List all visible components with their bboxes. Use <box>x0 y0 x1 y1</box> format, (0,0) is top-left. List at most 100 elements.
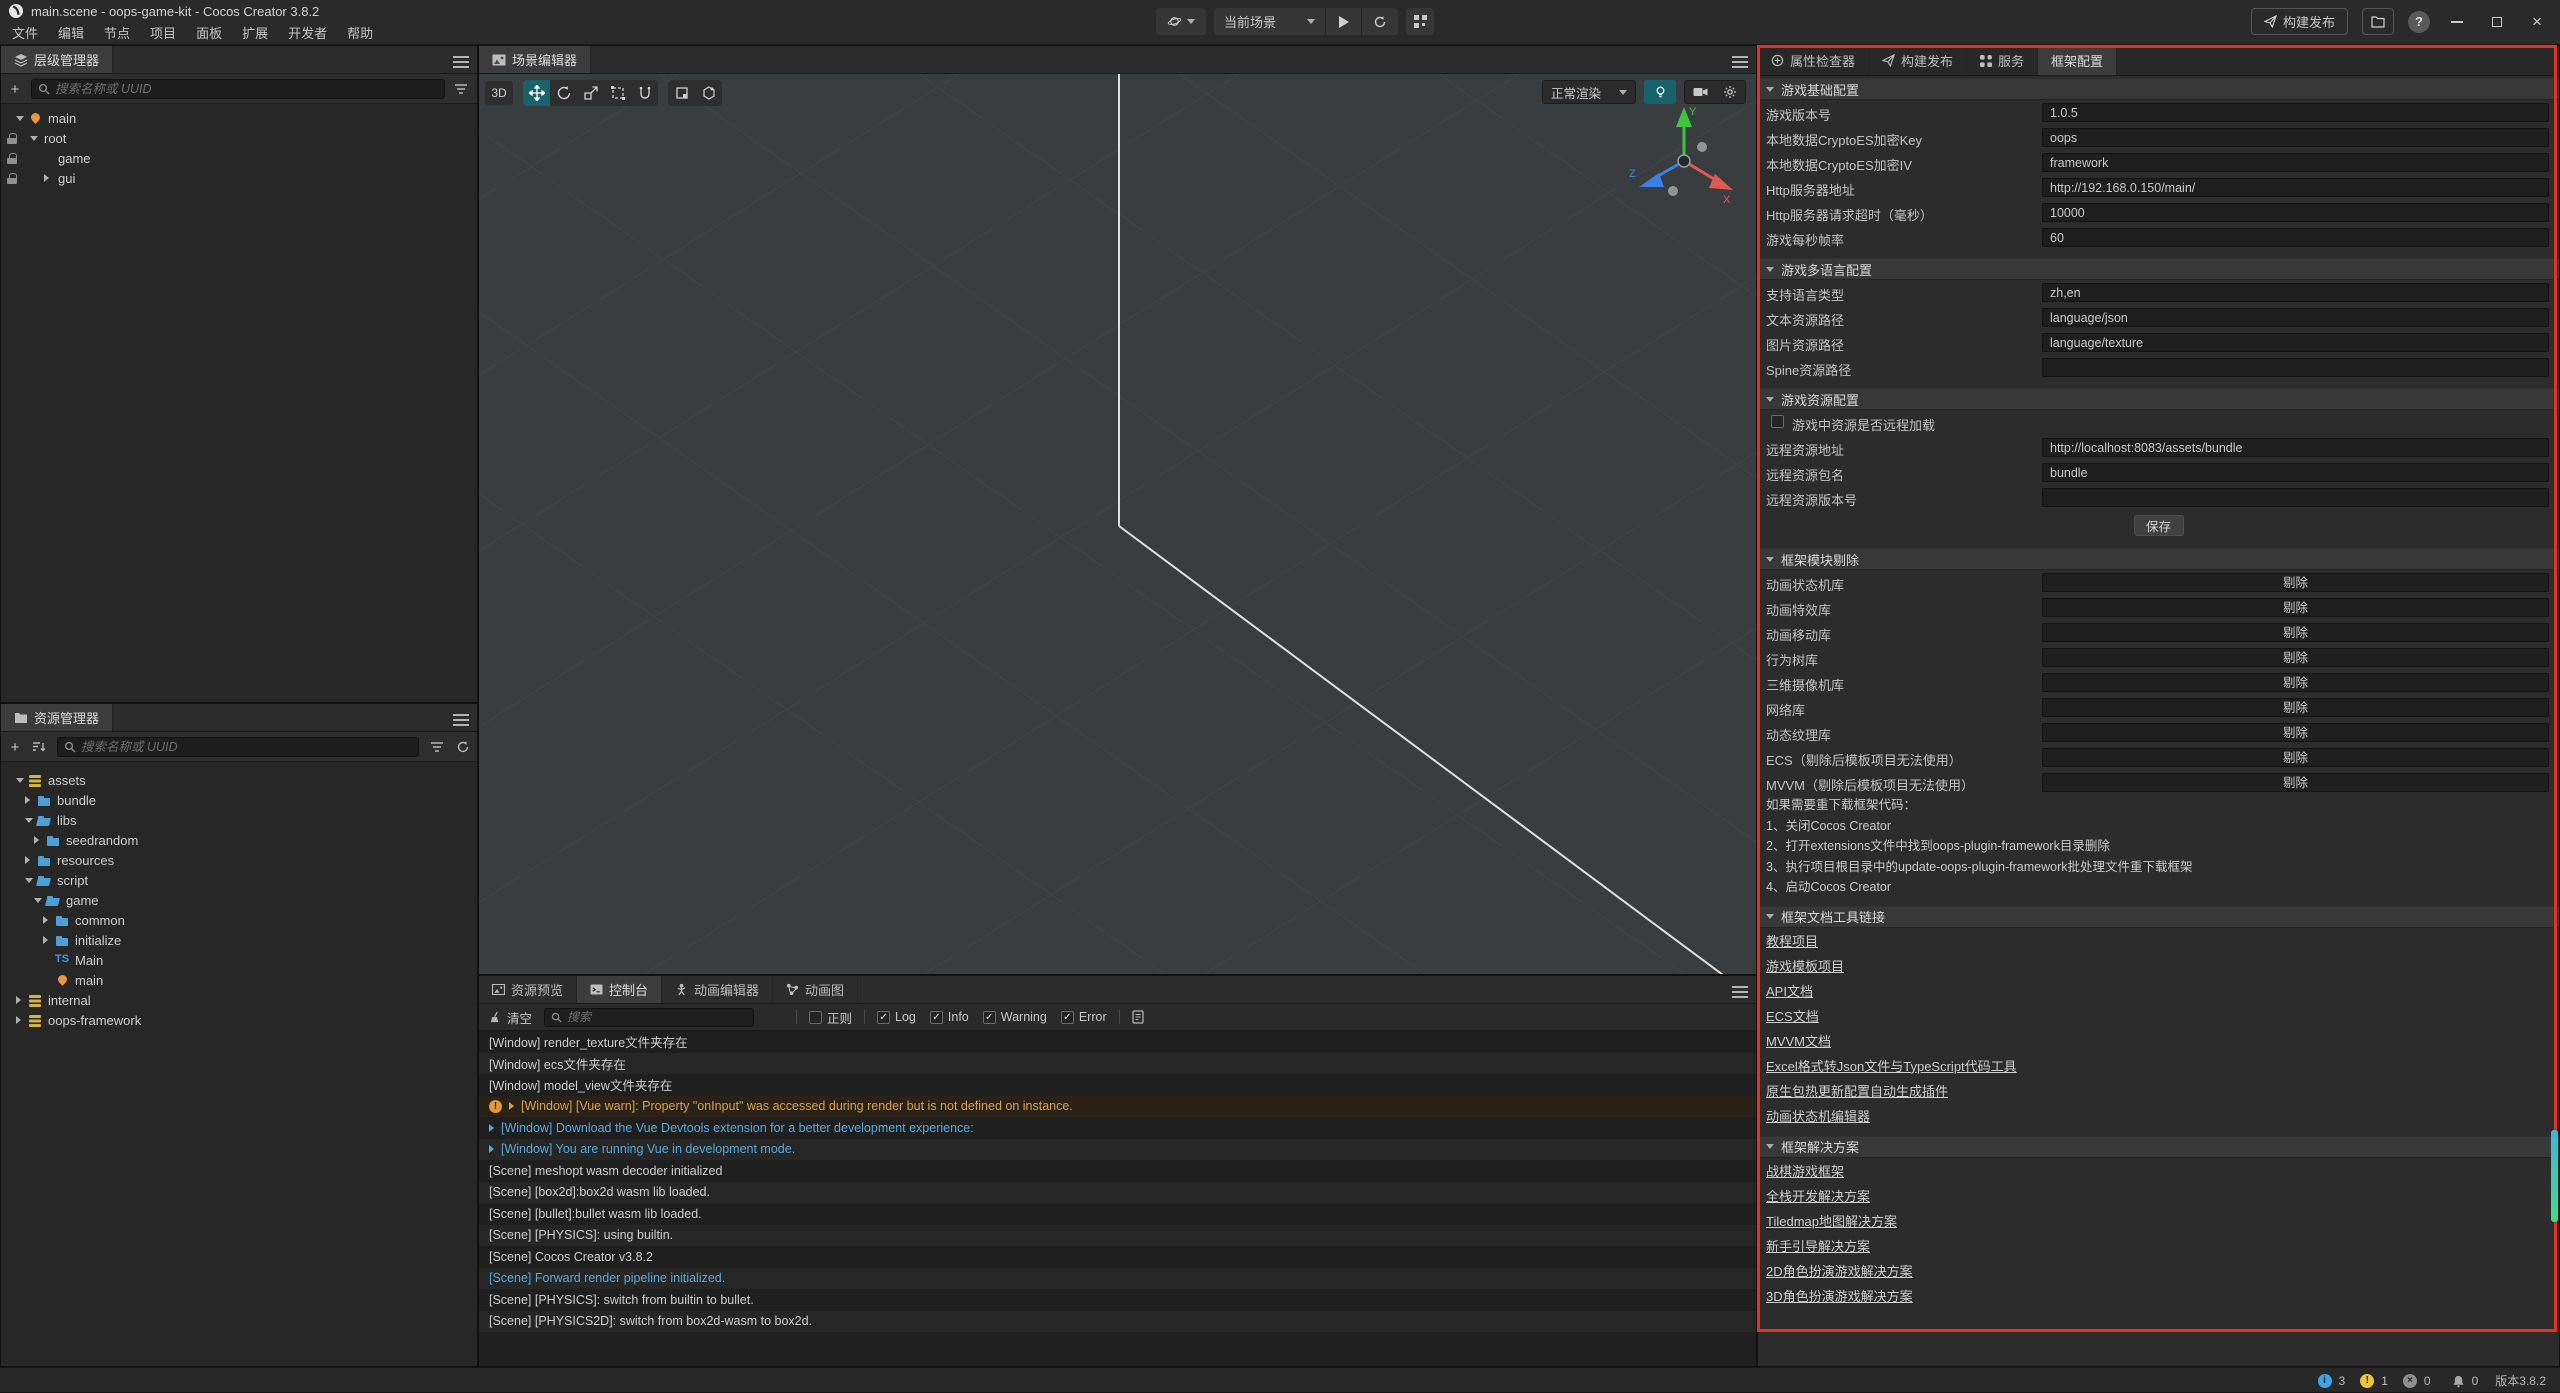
section-header-language-config[interactable]: 游戏多语言配置 <box>1758 258 2559 280</box>
log-filter-checkbox[interactable]: Info <box>930 1010 969 1024</box>
expand-arrow-icon[interactable] <box>489 1145 494 1153</box>
menu-item[interactable]: 帮助 <box>337 24 383 44</box>
solution-link[interactable]: 3D角色扮演游戏解决方案 <box>1766 1286 1913 1305</box>
tree-row[interactable]: initialize <box>1 930 477 950</box>
refresh-icon[interactable] <box>453 737 473 757</box>
expand-chevron-icon[interactable] <box>13 990 27 1010</box>
expand-chevron-icon[interactable] <box>27 128 41 148</box>
bell-icon[interactable] <box>2452 1374 2465 1388</box>
log-row[interactable]: [Scene] [PHYSICS]: using builtin. <box>479 1225 1756 1247</box>
doc-link[interactable]: 原生包热更新配置自动生成插件 <box>1766 1081 1948 1100</box>
strip-module-button[interactable]: 剔除 <box>2042 673 2549 692</box>
tree-row[interactable]: resources <box>1 850 477 870</box>
doc-link[interactable]: ECS文档 <box>1766 1006 1819 1025</box>
menu-item[interactable]: 面板 <box>186 24 232 44</box>
expand-chevron-icon[interactable] <box>22 850 36 870</box>
expand-chevron-icon[interactable] <box>40 970 54 990</box>
assets-search[interactable] <box>57 737 419 757</box>
doc-link[interactable]: API文档 <box>1766 981 1813 1000</box>
expand-chevron-icon[interactable] <box>31 890 45 910</box>
expand-arrow-icon[interactable] <box>489 1124 494 1132</box>
solution-link[interactable]: Tiledmap地图解决方案 <box>1766 1211 1897 1230</box>
field-input[interactable] <box>2042 128 2549 147</box>
hierarchy-search[interactable] <box>31 79 445 99</box>
log-row[interactable]: [Window] Download the Vue Devtools exten… <box>479 1117 1756 1139</box>
section-header-solutions[interactable]: 框架解决方案 <box>1758 1136 2559 1158</box>
tree-row[interactable]: gui <box>1 168 477 188</box>
doc-link[interactable]: 游戏模板项目 <box>1766 956 1844 975</box>
strip-module-button[interactable]: 剔除 <box>2042 723 2549 742</box>
expand-chevron-icon[interactable] <box>22 870 36 890</box>
sort-icon[interactable] <box>29 737 49 757</box>
log-row[interactable]: [Scene] [bullet]:bullet wasm lib loaded. <box>479 1203 1756 1225</box>
tree-row[interactable]: game <box>1 148 477 168</box>
menu-item[interactable]: 扩展 <box>232 24 278 44</box>
strip-module-button[interactable]: 剔除 <box>2042 698 2549 717</box>
panel-menu-icon[interactable] <box>453 711 469 725</box>
tab-service[interactable]: 服务 <box>1967 46 2038 75</box>
expand-chevron-icon[interactable] <box>22 790 36 810</box>
expand-chevron-icon[interactable] <box>31 830 45 850</box>
open-project-folder-button[interactable] <box>2362 8 2394 35</box>
expand-chevron-icon[interactable] <box>40 950 54 970</box>
strip-module-button[interactable]: 剔除 <box>2042 748 2549 767</box>
field-input[interactable] <box>2042 463 2549 482</box>
strip-module-button[interactable]: 剔除 <box>2042 573 2549 592</box>
add-node-button[interactable]: + <box>5 79 25 99</box>
log-row[interactable]: [Scene] [PHYSICS]: switch from builtin t… <box>479 1289 1756 1311</box>
section-header-module-strip[interactable]: 框架模块剔除 <box>1758 548 2559 570</box>
tree-row[interactable]: assets <box>1 770 477 790</box>
tab-assets[interactable]: 资源管理器 <box>1 704 113 731</box>
tab-animation-editor[interactable]: 动画编辑器 <box>662 976 773 1003</box>
field-input[interactable] <box>2042 153 2549 172</box>
section-header-basic-config[interactable]: 游戏基础配置 <box>1758 78 2559 100</box>
solution-link[interactable]: 2D角色扮演游戏解决方案 <box>1766 1261 1913 1280</box>
filter-icon[interactable] <box>451 79 471 99</box>
section-header-resource-config[interactable]: 游戏资源配置 <box>1758 388 2559 410</box>
expand-chevron-icon[interactable] <box>13 1010 27 1030</box>
log-row[interactable]: [Window] ecs文件夹存在 <box>479 1053 1756 1075</box>
rotate-tool-button[interactable] <box>550 80 577 106</box>
scrollbar-thumb[interactable] <box>2551 1130 2558 1222</box>
tree-row[interactable]: game <box>1 890 477 910</box>
clear-console-button[interactable]: 清空 <box>489 1008 532 1027</box>
lock-icon[interactable] <box>7 134 17 144</box>
tree-row[interactable]: oops-framework <box>1 1010 477 1030</box>
expand-chevron-icon[interactable] <box>13 770 27 790</box>
doc-link[interactable]: 动画状态机编辑器 <box>1766 1106 1870 1125</box>
log-filter-checkbox[interactable]: Warning <box>983 1010 1047 1024</box>
tab-framework-config[interactable]: 框架配置 <box>2038 46 2117 75</box>
field-input[interactable] <box>2042 488 2549 507</box>
tree-row[interactable]: internal <box>1 990 477 1010</box>
tab-animation-graph[interactable]: 动画图 <box>773 976 858 1003</box>
preview-target-button[interactable] <box>1156 8 1206 35</box>
field-input[interactable] <box>2042 103 2549 122</box>
maximize-button[interactable] <box>2484 9 2510 35</box>
lock-icon[interactable] <box>7 174 17 184</box>
log-row[interactable]: [Window] You are running Vue in developm… <box>479 1139 1756 1161</box>
tree-row[interactable]: root <box>1 128 477 148</box>
menu-item[interactable]: 项目 <box>140 24 186 44</box>
log-row[interactable]: [Scene] Forward render pipeline initiali… <box>479 1268 1756 1290</box>
tab-inspector[interactable]: 属性检查器 <box>1758 46 1869 75</box>
log-filter-checkbox[interactable]: Log <box>877 1010 916 1024</box>
menu-item[interactable]: 开发者 <box>278 24 337 44</box>
pivot-toggle-button[interactable] <box>668 80 695 106</box>
field-input[interactable] <box>2042 203 2549 222</box>
solution-link[interactable]: 全栈开发解决方案 <box>1766 1186 1870 1205</box>
notification-count[interactable]: 0 <box>2472 1374 2479 1388</box>
launch-scene-select[interactable]: 当前场景 <box>1214 8 1326 35</box>
expand-chevron-icon[interactable] <box>40 910 54 930</box>
expand-chevron-icon[interactable] <box>22 810 36 830</box>
rect-tool-button[interactable] <box>604 80 631 106</box>
assets-search-input[interactable] <box>81 740 412 754</box>
open-log-file-icon[interactable] <box>1132 1010 1144 1024</box>
log-filter-checkbox[interactable]: Error <box>1061 1010 1107 1024</box>
scene-viewport[interactable]: 3D <box>479 74 1756 974</box>
minimize-button[interactable] <box>2444 9 2470 35</box>
strip-module-button[interactable]: 剔除 <box>2042 598 2549 617</box>
solution-link[interactable]: 战棋游戏框架 <box>1766 1161 1844 1180</box>
menu-item[interactable]: 编辑 <box>48 24 94 44</box>
close-button[interactable]: × <box>2524 9 2550 35</box>
console-search-input[interactable] <box>567 1010 747 1024</box>
